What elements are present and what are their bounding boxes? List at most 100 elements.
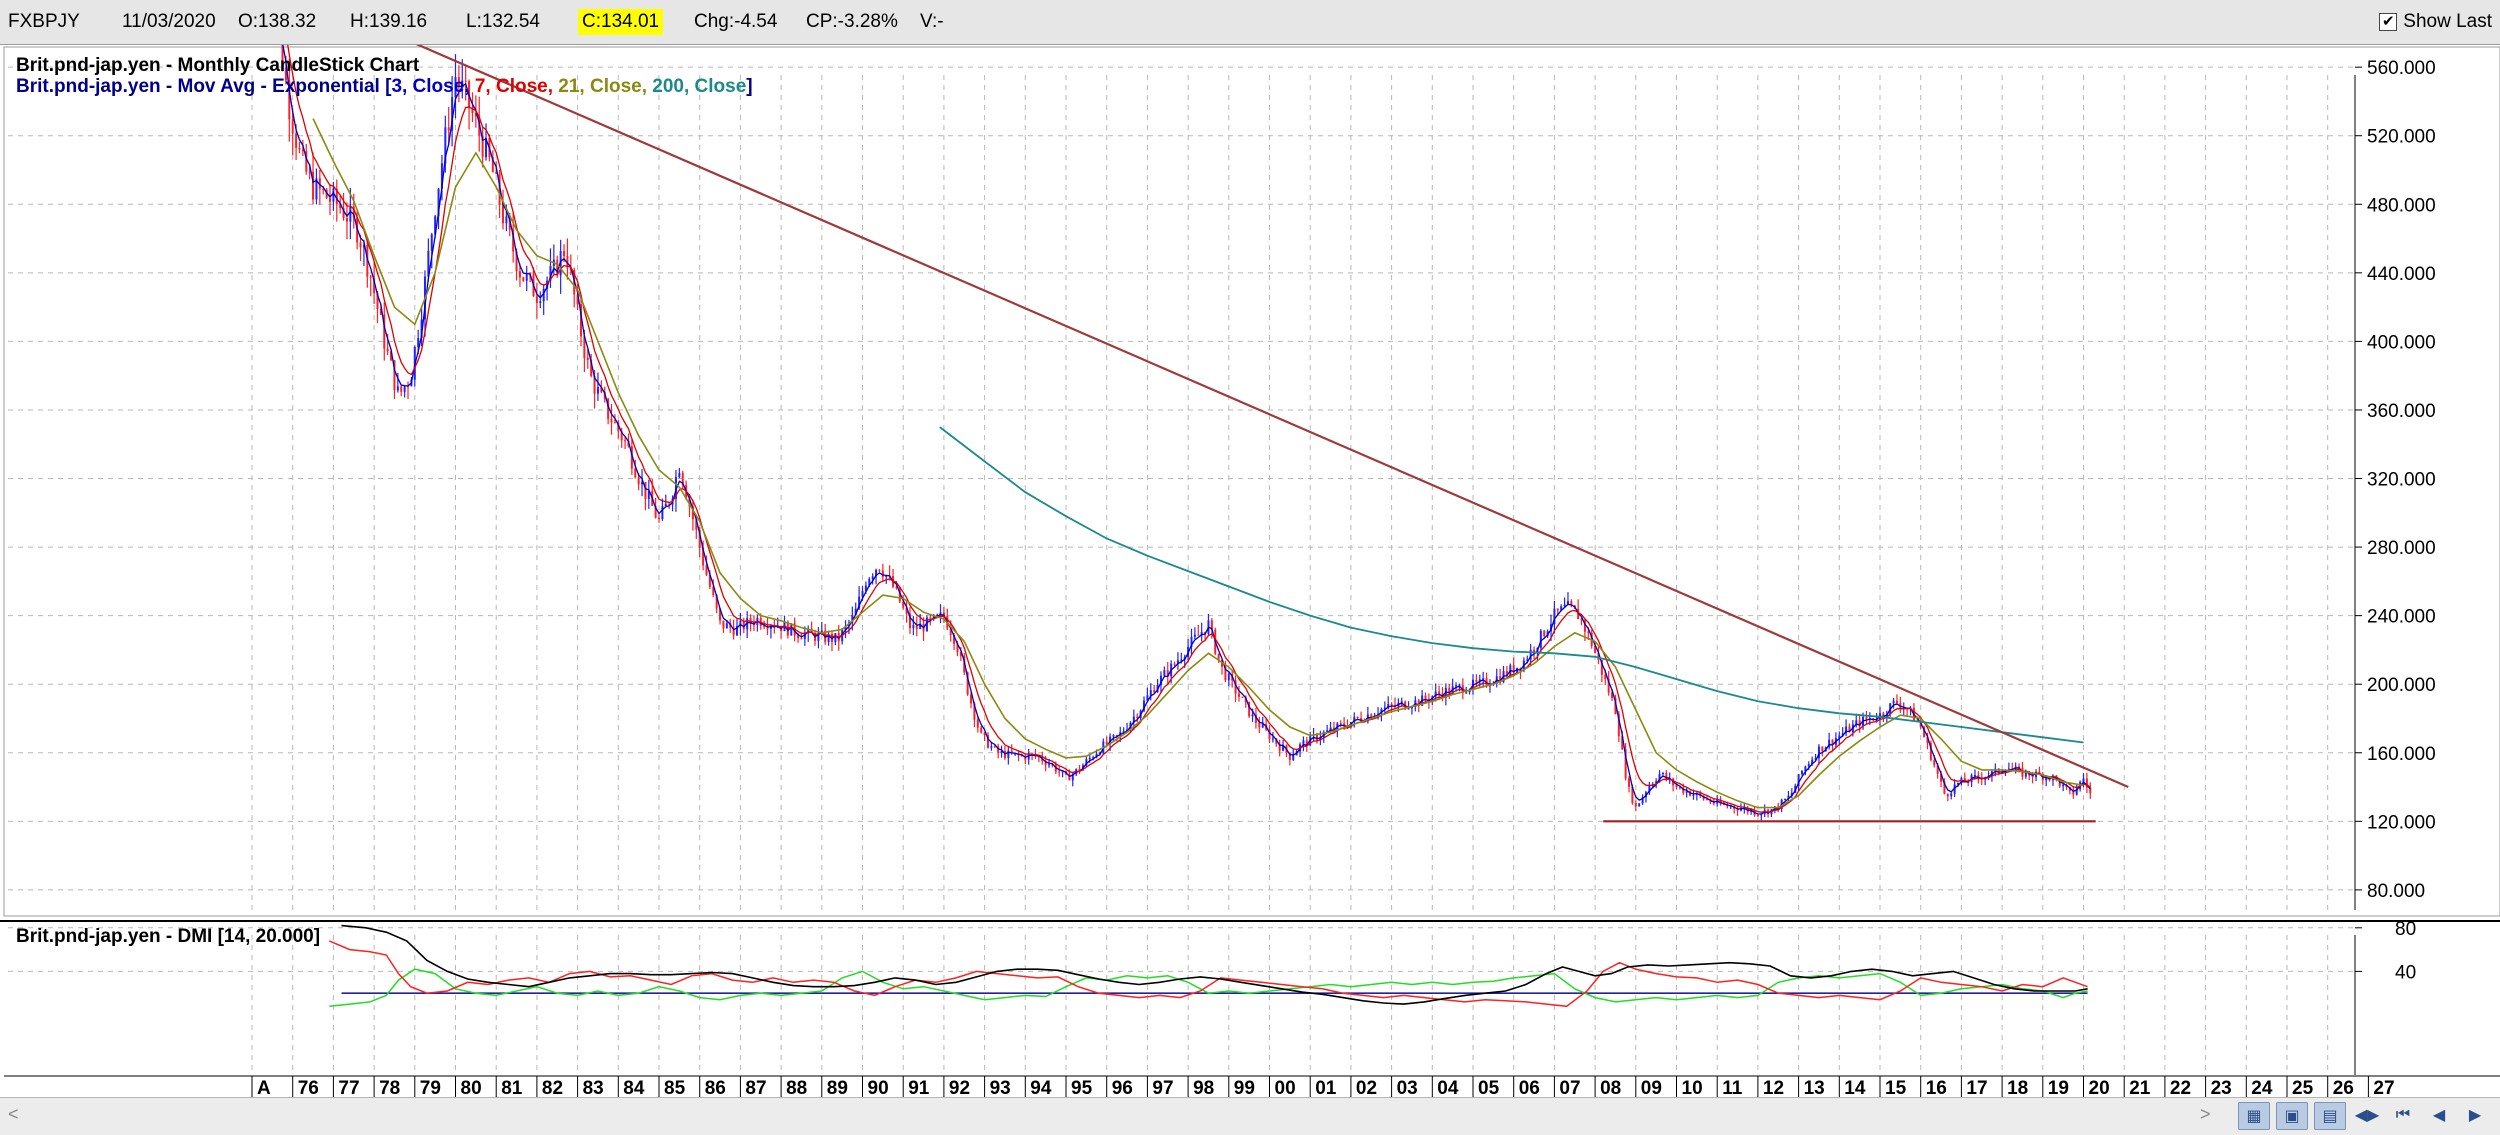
candle-body xyxy=(1628,778,1631,787)
zoom-out-icon[interactable]: ◀▶ xyxy=(2352,1102,2382,1128)
candle-body xyxy=(1950,793,1953,797)
candle-body xyxy=(658,517,660,520)
candle-body xyxy=(1251,714,1254,717)
candle-body xyxy=(1153,690,1156,692)
candle-body xyxy=(522,277,525,281)
y-tick-label: 400.000 xyxy=(2367,332,2436,353)
candle-body xyxy=(525,274,528,281)
candle-body xyxy=(1539,630,1542,648)
candle-body xyxy=(359,242,362,248)
candle-body xyxy=(1556,608,1559,611)
x-tick-label: 90 xyxy=(868,1078,889,1097)
x-tick-label: 03 xyxy=(1397,1078,1418,1097)
candle-body xyxy=(349,206,352,222)
horizontal-scrollbar[interactable]: < > ▦ ▣ ▤ ◀▶ ⏮ ◀ ▶ xyxy=(0,1097,2500,1135)
show-last-checkbox[interactable]: ✔ xyxy=(2379,13,2398,31)
ema-legend-part-1: 7, Close, xyxy=(475,76,558,97)
scroll-forward-icon[interactable]: ▶ xyxy=(2460,1102,2490,1128)
candle-body xyxy=(980,727,983,733)
scroll-start-icon[interactable]: ⏮ xyxy=(2388,1102,2418,1128)
x-tick-label: 85 xyxy=(664,1078,686,1097)
volume-label: V:- xyxy=(920,11,944,32)
candle-body xyxy=(1692,794,1695,796)
x-tick-label: 18 xyxy=(2007,1078,2028,1097)
x-tick-label: 06 xyxy=(1519,1078,1540,1097)
y-tick-label: 160.000 xyxy=(2367,744,2436,765)
candle-body xyxy=(637,477,640,485)
scroll-right-arrow-icon[interactable]: > xyxy=(2200,1104,2211,1125)
candle-body xyxy=(722,620,725,629)
candle-body xyxy=(400,386,403,392)
candle-body xyxy=(505,216,508,224)
candle-body xyxy=(1241,696,1244,698)
y-tick-label: 480.000 xyxy=(2367,195,2436,216)
scroll-back-icon[interactable]: ◀ xyxy=(2424,1102,2454,1128)
ema-legend: Brit.pnd-jap.yen - Mov Avg - Exponential… xyxy=(16,76,753,97)
x-tick-label: 77 xyxy=(338,1078,359,1097)
x-tick-label: 91 xyxy=(908,1078,930,1097)
low-label: L:132.54 xyxy=(466,11,540,32)
candle-body xyxy=(1634,803,1637,807)
export-icon[interactable]: ▦ xyxy=(2238,1102,2270,1130)
candle-body xyxy=(1237,693,1240,697)
candle-body xyxy=(1800,771,1803,775)
candle-body xyxy=(2062,784,2065,787)
candle-body xyxy=(1173,663,1176,665)
x-tick-label: 83 xyxy=(583,1078,604,1097)
candle-body xyxy=(1892,700,1895,704)
dmi-y-tick-label: 80 xyxy=(2395,919,2416,940)
candle-body xyxy=(563,251,566,257)
candle-body xyxy=(678,472,681,478)
x-tick-label: 20 xyxy=(2089,1078,2110,1097)
candle-body xyxy=(878,569,881,571)
x-tick-label: 96 xyxy=(1112,1078,1133,1097)
x-tick-label: 24 xyxy=(2251,1078,2273,1097)
candle-body xyxy=(1339,723,1342,725)
candle-body xyxy=(1149,690,1152,696)
candle-body xyxy=(1475,679,1478,683)
y-tick-label: 80.000 xyxy=(2367,881,2425,902)
candle-body xyxy=(396,386,399,391)
print-icon[interactable]: ▣ xyxy=(2276,1102,2308,1130)
candle-body xyxy=(725,623,728,629)
change-percent-label: CP:-3.28% xyxy=(806,11,898,32)
candle-body xyxy=(345,218,348,222)
x-tick-label: 94 xyxy=(1030,1078,1052,1097)
x-tick-label: 87 xyxy=(745,1078,766,1097)
candle-body xyxy=(1438,691,1441,694)
scroll-left-arrow-icon[interactable]: < xyxy=(8,1104,19,1125)
candle-body xyxy=(800,638,803,640)
x-tick-label: 00 xyxy=(1275,1078,1296,1097)
y-tick-label: 440.000 xyxy=(2367,264,2436,285)
candle-body xyxy=(1356,716,1359,719)
x-tick-label: 11 xyxy=(1722,1078,1743,1097)
candle-body xyxy=(447,127,450,131)
x-tick-label: 86 xyxy=(705,1078,726,1097)
x-tick-label: 02 xyxy=(1356,1078,1377,1097)
settings-icon[interactable]: ▤ xyxy=(2314,1102,2346,1130)
chart-canvas[interactable]: 80.000 120.000 160.000 200.000 240.000 280.00… xyxy=(0,45,2500,1097)
x-tick-label: 99 xyxy=(1234,1078,1255,1097)
show-last-toggle[interactable]: ✔ Show Last xyxy=(2379,0,2492,44)
x-tick-label: 78 xyxy=(379,1078,400,1097)
candle-body xyxy=(1543,630,1546,637)
x-tick-label: 95 xyxy=(1071,1078,1093,1097)
ema-legend-part-3: 200, Close xyxy=(652,76,746,97)
candle-body xyxy=(1784,799,1787,801)
candle-body xyxy=(990,746,993,748)
show-last-label: Show Last xyxy=(2403,11,2492,32)
x-tick-label: 82 xyxy=(542,1078,563,1097)
x-tick-label: 84 xyxy=(623,1078,645,1097)
x-tick-label: 12 xyxy=(1763,1078,1784,1097)
y-tick-label: 560.000 xyxy=(2367,58,2436,79)
y-tick-label: 280.000 xyxy=(2367,538,2436,559)
dmi-panel: 40 80 xyxy=(0,919,2500,1075)
quote-toolbar: FXBPJY 11/03/2020 O:138.32 H:139.16 L:13… xyxy=(0,0,2500,45)
x-tick-label: 93 xyxy=(990,1078,1011,1097)
candle-body xyxy=(1193,634,1196,637)
candle-body xyxy=(644,482,647,500)
y-tick-label: 360.000 xyxy=(2367,401,2436,422)
candle-body xyxy=(661,506,664,520)
candle-body xyxy=(1821,746,1824,752)
candle-body xyxy=(1638,803,1641,807)
